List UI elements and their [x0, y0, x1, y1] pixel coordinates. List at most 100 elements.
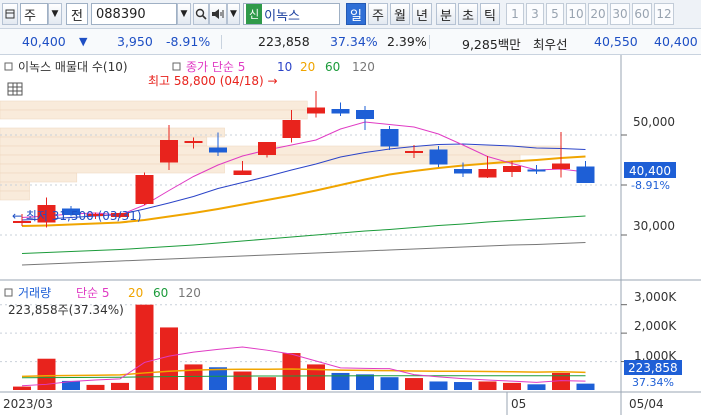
volume-bar: [478, 381, 497, 390]
ma10-legend[interactable]: 10: [277, 60, 292, 74]
volume-profile-bar: [0, 109, 308, 120]
stock-name-field[interactable]: 신 이녹스: [243, 3, 340, 25]
period-tick-tab[interactable]: 틱: [480, 3, 500, 25]
period-minute-label: 분: [440, 8, 452, 24]
volume-ma20-legend[interactable]: 20: [128, 286, 143, 300]
volume-bar: [576, 383, 595, 390]
candle-body: [429, 149, 448, 165]
toolbar: 주 ▼ 전 088390 ▼ ▼ 신 이녹스 일 주 월 년 분 초 틱 1 3…: [0, 0, 701, 29]
volume-profile-bar: [0, 172, 78, 183]
ma20-legend[interactable]: 20: [300, 60, 315, 74]
date-axis-start: 2023/03: [3, 397, 53, 411]
candle-body: [552, 163, 570, 169]
volume-bar: [160, 327, 178, 390]
candle-body: [576, 166, 595, 183]
interval-3-button[interactable]: 3: [526, 3, 544, 25]
date-axis-mid: 05: [511, 397, 526, 411]
price-change: 3,950: [117, 34, 153, 49]
volume-bar: [454, 382, 472, 390]
volume-bar: [258, 377, 276, 390]
candle-body: [356, 110, 374, 119]
window-icon: [5, 9, 15, 19]
stock-code-input[interactable]: 088390: [91, 3, 177, 25]
ma120-legend[interactable]: 120: [352, 60, 375, 74]
quote-info-bar: 40,400 ▼ 3,950 -8.91% 223,858 37.34% 2.3…: [0, 29, 701, 55]
price-change-pct: -8.91%: [166, 34, 211, 49]
candle-body: [135, 175, 154, 204]
volume-bar: [233, 371, 252, 390]
period-year-label: 년: [416, 8, 428, 24]
price-tick-label: 50,000: [633, 115, 675, 129]
last-volume-label: 223,858: [628, 361, 678, 375]
volume-bar: [380, 377, 399, 390]
period-day-label: 일: [350, 8, 362, 24]
volume-profile-bar: [0, 190, 30, 201]
speaker-icon[interactable]: [209, 3, 227, 25]
volume-bar: [503, 382, 521, 390]
code-dropdown-icon[interactable]: ▼: [177, 3, 191, 25]
period-second-label: 초: [462, 8, 474, 24]
interval-10-button[interactable]: 10: [566, 3, 586, 25]
period-day-tab[interactable]: 일: [346, 3, 366, 25]
candle-body: [478, 169, 497, 178]
search-icon[interactable]: [193, 3, 209, 25]
interval-5-button[interactable]: 5: [546, 3, 564, 25]
turnover-rate: 2.39%: [387, 34, 427, 49]
stock-chart[interactable]: 이녹스 매물대 수(10) 종가 단순 5 10 20 60 120 최고 58…: [0, 55, 701, 415]
new-listing-badge: 신: [246, 4, 263, 24]
interval-60-button[interactable]: 60: [632, 3, 652, 25]
last-price-pct: -8.91%: [631, 179, 670, 192]
period-second-tab[interactable]: 초: [458, 3, 478, 25]
interval-20-button[interactable]: 20: [588, 3, 608, 25]
last-price-label: 40,400: [629, 164, 671, 178]
interval-30-button[interactable]: 30: [610, 3, 630, 25]
price-legend-title[interactable]: 이녹스 매물대 수(10): [18, 60, 128, 74]
menu-select-label: 주: [24, 8, 36, 24]
interval-30-label: 30: [612, 7, 628, 21]
volume-tick-label: 3,000K: [634, 290, 677, 304]
period-week-tab[interactable]: 주: [368, 3, 388, 25]
price-tick-label: 30,000: [633, 219, 675, 233]
trade-value: 9,285백만: [462, 37, 521, 52]
volume-ma60-legend[interactable]: 60: [153, 286, 168, 300]
best-quote-label: 최우선: [533, 37, 568, 52]
candle-body: [233, 170, 252, 175]
period-tick-label: 틱: [484, 8, 496, 24]
candle-body: [331, 109, 350, 114]
volume-profile-bar: [0, 127, 225, 138]
menu-select[interactable]: 주: [20, 3, 48, 25]
period-year-tab[interactable]: 년: [412, 3, 432, 25]
volume-profile-bar: [0, 100, 308, 111]
chart-grid-icon[interactable]: [7, 82, 23, 96]
candle-body: [160, 140, 178, 163]
interval-1-label: 1: [511, 7, 519, 21]
volume-legend-title[interactable]: 거래량: [18, 286, 51, 300]
interval-20-label: 20: [590, 7, 606, 21]
dropdown-icon[interactable]: ▼: [48, 3, 62, 25]
speaker-dropdown-icon[interactable]: ▼: [227, 3, 240, 25]
volume-bar: [37, 358, 56, 390]
volume-bar: [356, 374, 374, 390]
ma60-legend[interactable]: 60: [325, 60, 340, 74]
interval-10-label: 10: [568, 7, 584, 21]
period-minute-tab[interactable]: 분: [436, 3, 456, 25]
volume-ma120-legend[interactable]: 120: [178, 286, 201, 300]
volume-profile-bar: [0, 181, 30, 192]
chart-area[interactable]: 이녹스 매물대 수(10) 종가 단순 5 10 20 60 120 최고 58…: [0, 55, 701, 415]
period-month-label: 월: [394, 8, 406, 24]
volume-current-label: 223,858주(37.34%): [8, 303, 124, 317]
low-annotation: ← 최저 31,500 (03/31): [12, 209, 142, 223]
interval-120-button[interactable]: 12: [654, 3, 674, 25]
period-month-tab[interactable]: 월: [390, 3, 410, 25]
ma5-legend[interactable]: 종가 단순 5: [186, 60, 245, 74]
interval-1-button[interactable]: 1: [506, 3, 524, 25]
candle-body: [209, 147, 227, 153]
candle-body: [527, 169, 546, 172]
last-volume-pct: 37.34%: [632, 376, 674, 389]
interval-5-label: 5: [551, 7, 559, 21]
window-menu-icon[interactable]: [2, 3, 18, 25]
volume-ratio: 37.34%: [330, 34, 378, 49]
stock-code-value: 088390: [96, 6, 146, 22]
volume-ma5-legend[interactable]: 단순 5: [76, 286, 110, 300]
jeon-button[interactable]: 전: [66, 3, 88, 25]
